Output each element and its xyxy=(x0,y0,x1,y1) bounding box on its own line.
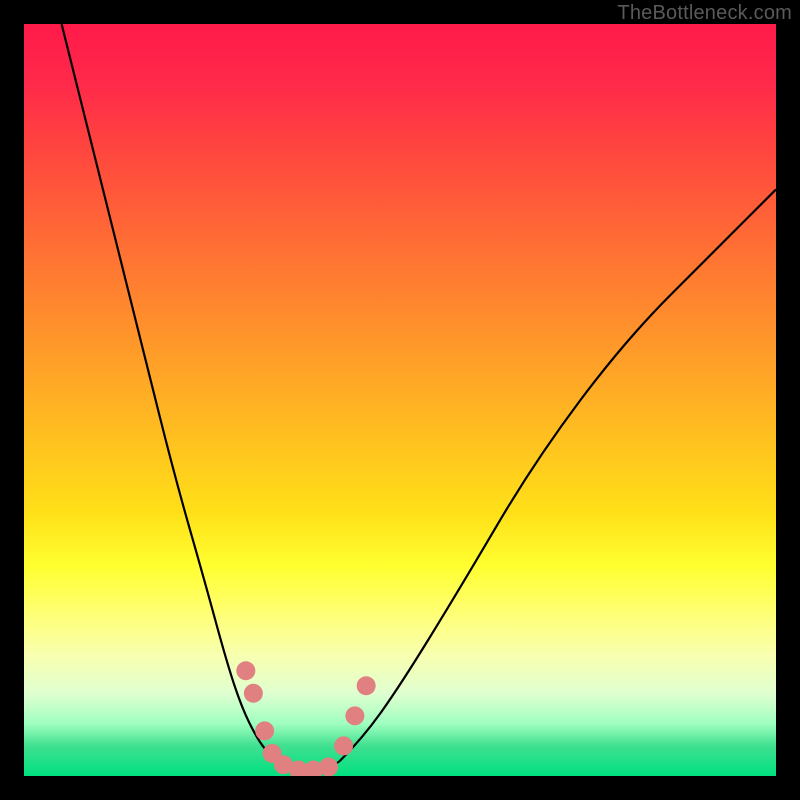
series-valley-floor xyxy=(280,761,340,772)
right-dot-2 xyxy=(345,706,364,725)
chart-svg xyxy=(24,24,776,776)
marker-group xyxy=(236,661,375,776)
series-left-curve xyxy=(62,24,280,761)
floor-dot-1 xyxy=(274,755,293,774)
series-right-curve xyxy=(340,189,776,761)
left-dot-3 xyxy=(255,721,274,740)
outer-frame: TheBottleneck.com xyxy=(0,0,800,800)
left-dot-4 xyxy=(263,744,282,763)
curve-group xyxy=(62,24,776,772)
right-dot-1 xyxy=(334,736,353,755)
floor-dot-4 xyxy=(319,757,338,776)
left-dot-2 xyxy=(244,684,263,703)
floor-dot-2 xyxy=(289,760,308,776)
floor-dot-3 xyxy=(304,760,323,776)
left-dot-1 xyxy=(236,661,255,680)
right-dot-3 xyxy=(357,676,376,695)
watermark-text: TheBottleneck.com xyxy=(617,2,792,25)
chart-plot-area xyxy=(24,24,776,776)
